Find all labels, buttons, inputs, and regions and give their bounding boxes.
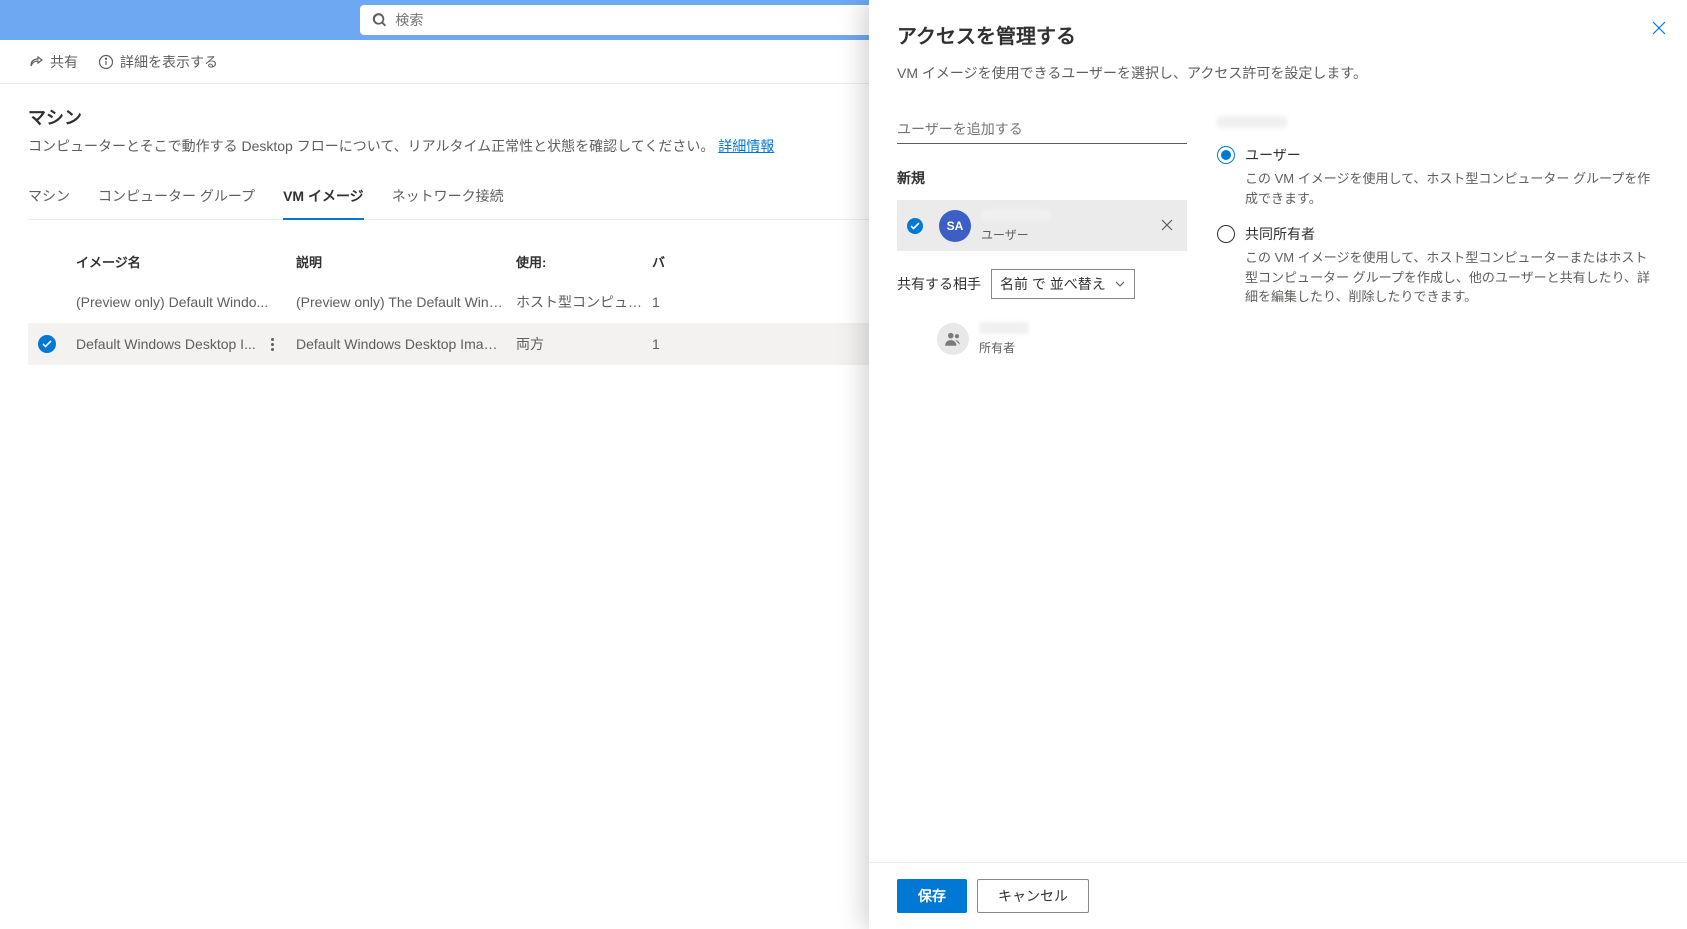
- panel-left: 新規 SA ユーザー 共有する相手 名前 で 並べ替え: [897, 115, 1187, 842]
- search-icon: [372, 12, 387, 28]
- manage-access-panel: アクセスを管理する VM イメージを使用できるユーザーを選択し、アクセス許可を設…: [869, 0, 1687, 929]
- cancel-button[interactable]: キャンセル: [977, 879, 1089, 913]
- share-label: 共有: [50, 52, 78, 72]
- col-extra-header[interactable]: バ: [652, 252, 692, 271]
- radio-button[interactable]: [1217, 225, 1235, 243]
- people-icon: [944, 330, 962, 348]
- details-action[interactable]: 詳細を表示する: [98, 52, 218, 72]
- avatar: SA: [939, 210, 971, 242]
- close-icon: [1161, 219, 1173, 231]
- radio-coowner-label: 共同所有者: [1245, 224, 1659, 244]
- radio-coowner-desc: この VM イメージを使用して、ホスト型コンピューターまたはホスト型コンピュータ…: [1245, 248, 1659, 307]
- radio-coowner[interactable]: 共同所有者 この VM イメージを使用して、ホスト型コンピューターまたはホスト型…: [1217, 224, 1659, 307]
- avatar: [937, 323, 969, 355]
- perm-title: [1217, 115, 1659, 131]
- row-extra: 1: [652, 294, 692, 310]
- save-button[interactable]: 保存: [897, 879, 967, 913]
- row-name: Default Windows Desktop I...: [76, 336, 260, 352]
- share-label: 共有する相手: [897, 274, 981, 294]
- tab-groups[interactable]: コンピューター グループ: [98, 178, 255, 219]
- learn-more-link[interactable]: 詳細情報: [718, 138, 774, 154]
- sort-label: 名前 で 並べ替え: [1000, 274, 1106, 294]
- row-use: ホスト型コンピュータ...: [516, 292, 652, 312]
- user-info: ユーザー: [981, 208, 1157, 243]
- check-icon: [907, 218, 923, 234]
- user-role: ユーザー: [981, 226, 1157, 243]
- user-name-redacted: [981, 209, 1051, 221]
- panel-title: アクセスを管理する: [897, 20, 1659, 49]
- panel-footer: 保存 キャンセル: [869, 862, 1687, 929]
- row-desc: (Preview only) The Default Windows Desk.…: [296, 294, 516, 310]
- info-icon: [98, 54, 114, 70]
- search-box[interactable]: [360, 5, 940, 35]
- chevron-down-icon: [1114, 278, 1126, 290]
- tab-network[interactable]: ネットワーク接続: [392, 178, 504, 219]
- new-section-label: 新規: [897, 168, 1187, 188]
- perm-user-redacted: [1217, 116, 1287, 128]
- radio-button[interactable]: [1217, 146, 1235, 164]
- remove-user-button[interactable]: [1157, 214, 1177, 238]
- col-desc-header[interactable]: 説明: [296, 252, 516, 271]
- check-icon[interactable]: [38, 335, 56, 353]
- close-button[interactable]: [1651, 20, 1667, 39]
- close-icon: [1651, 20, 1667, 36]
- details-label: 詳細を表示する: [120, 52, 218, 72]
- radio-user-desc: この VM イメージを使用して、ホスト型コンピューター グループを作成できます。: [1245, 169, 1659, 208]
- panel-subtitle: VM イメージを使用できるユーザーを選択し、アクセス許可を設定します。: [897, 63, 1659, 83]
- panel-body: 新規 SA ユーザー 共有する相手 名前 で 並べ替え: [869, 95, 1687, 862]
- search-input[interactable]: [395, 12, 928, 28]
- user-info: 所有者: [979, 321, 1187, 356]
- row-name: (Preview only) Default Windo...: [76, 294, 296, 310]
- page-desc-text: コンピューターとそこで動作する Desktop フローについて、リアルタイム正常…: [28, 138, 714, 154]
- more-icon[interactable]: [260, 338, 284, 351]
- radio-user[interactable]: ユーザー この VM イメージを使用して、ホスト型コンピューター グループを作成…: [1217, 145, 1659, 208]
- new-user-item[interactable]: SA ユーザー: [897, 200, 1187, 251]
- panel-right: ユーザー この VM イメージを使用して、ホスト型コンピューター グループを作成…: [1217, 115, 1659, 842]
- row-use: 両方: [516, 334, 652, 354]
- row-desc: Default Windows Desktop Image for use i.…: [296, 336, 516, 352]
- sort-select[interactable]: 名前 で 並べ替え: [991, 269, 1135, 299]
- share-row: 共有する相手 名前 で 並べ替え: [897, 269, 1187, 299]
- add-user-input[interactable]: [897, 115, 1187, 144]
- share-icon: [28, 54, 44, 70]
- col-name-header[interactable]: イメージ名: [76, 252, 296, 271]
- tab-machine[interactable]: マシン: [28, 178, 70, 219]
- tab-vmimage[interactable]: VM イメージ: [283, 178, 364, 220]
- radio-user-label: ユーザー: [1245, 145, 1659, 165]
- col-use-header[interactable]: 使用:: [516, 252, 652, 271]
- row-extra: 1: [652, 336, 692, 352]
- owner-item[interactable]: 所有者: [897, 317, 1187, 360]
- owner-name-redacted: [979, 322, 1029, 334]
- owner-role: 所有者: [979, 339, 1187, 356]
- panel-header: アクセスを管理する VM イメージを使用できるユーザーを選択し、アクセス許可を設…: [869, 0, 1687, 95]
- share-action[interactable]: 共有: [28, 52, 78, 72]
